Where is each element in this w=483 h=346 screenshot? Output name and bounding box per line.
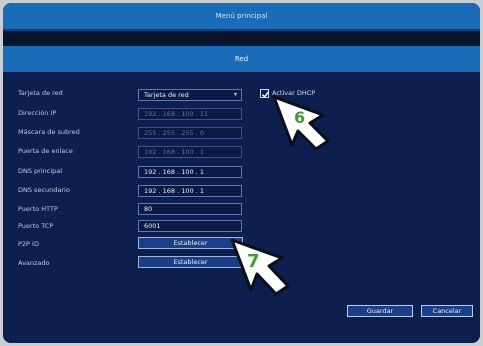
primary-dns-field[interactable]: 192 . 168 . 100 . 1 — [138, 166, 242, 178]
network-card-select[interactable]: Tarjeta de red — [138, 89, 242, 101]
window-title: Menú principal — [215, 12, 268, 20]
cancel-button[interactable]: Cancelar — [421, 305, 473, 317]
save-button[interactable]: Guardar — [347, 305, 413, 317]
gateway-label: Puerta de enlace — [18, 147, 73, 155]
section-title: Red — [234, 55, 249, 63]
callout-arrow-7: 7 — [230, 238, 290, 296]
p2p-id-label: P2P ID — [18, 240, 39, 248]
advanced-label: Avanzado — [18, 259, 50, 267]
primary-dns-label: DNS principal — [18, 167, 63, 175]
subnet-mask-field[interactable]: 255 . 255 . 255 . 0 — [138, 127, 242, 139]
gateway-field[interactable]: 192 . 168 . 100 . 1 — [138, 146, 242, 158]
checkmark-icon — [261, 91, 270, 98]
title-bar: Menú principal — [3, 3, 480, 31]
callout-number-6: 6 — [294, 108, 305, 127]
network-card-label: Tarjeta de red — [18, 89, 63, 97]
chevron-down-icon[interactable]: ▾ — [234, 91, 237, 98]
secondary-dns-label: DNS secundario — [18, 186, 70, 194]
http-port-field[interactable]: 80 — [138, 203, 242, 215]
tcp-port-field[interactable]: 6001 — [138, 220, 242, 232]
secondary-dns-field[interactable]: 192 . 168 . 100 . 1 — [138, 185, 242, 197]
dhcp-checkbox[interactable] — [260, 89, 270, 98]
section-header: Red — [3, 46, 480, 72]
tcp-port-label: Puerto TCP — [18, 222, 54, 230]
callout-arrow-6: 6 — [272, 95, 330, 151]
subnet-mask-label: Máscara de subred — [18, 128, 80, 136]
ip-address-label: Dirección IP — [18, 109, 57, 117]
http-port-label: Puerto HTTP — [18, 205, 58, 213]
callout-number-7: 7 — [247, 251, 260, 272]
ip-address-field[interactable]: 192 . 168 . 100 . 11 — [138, 108, 242, 120]
